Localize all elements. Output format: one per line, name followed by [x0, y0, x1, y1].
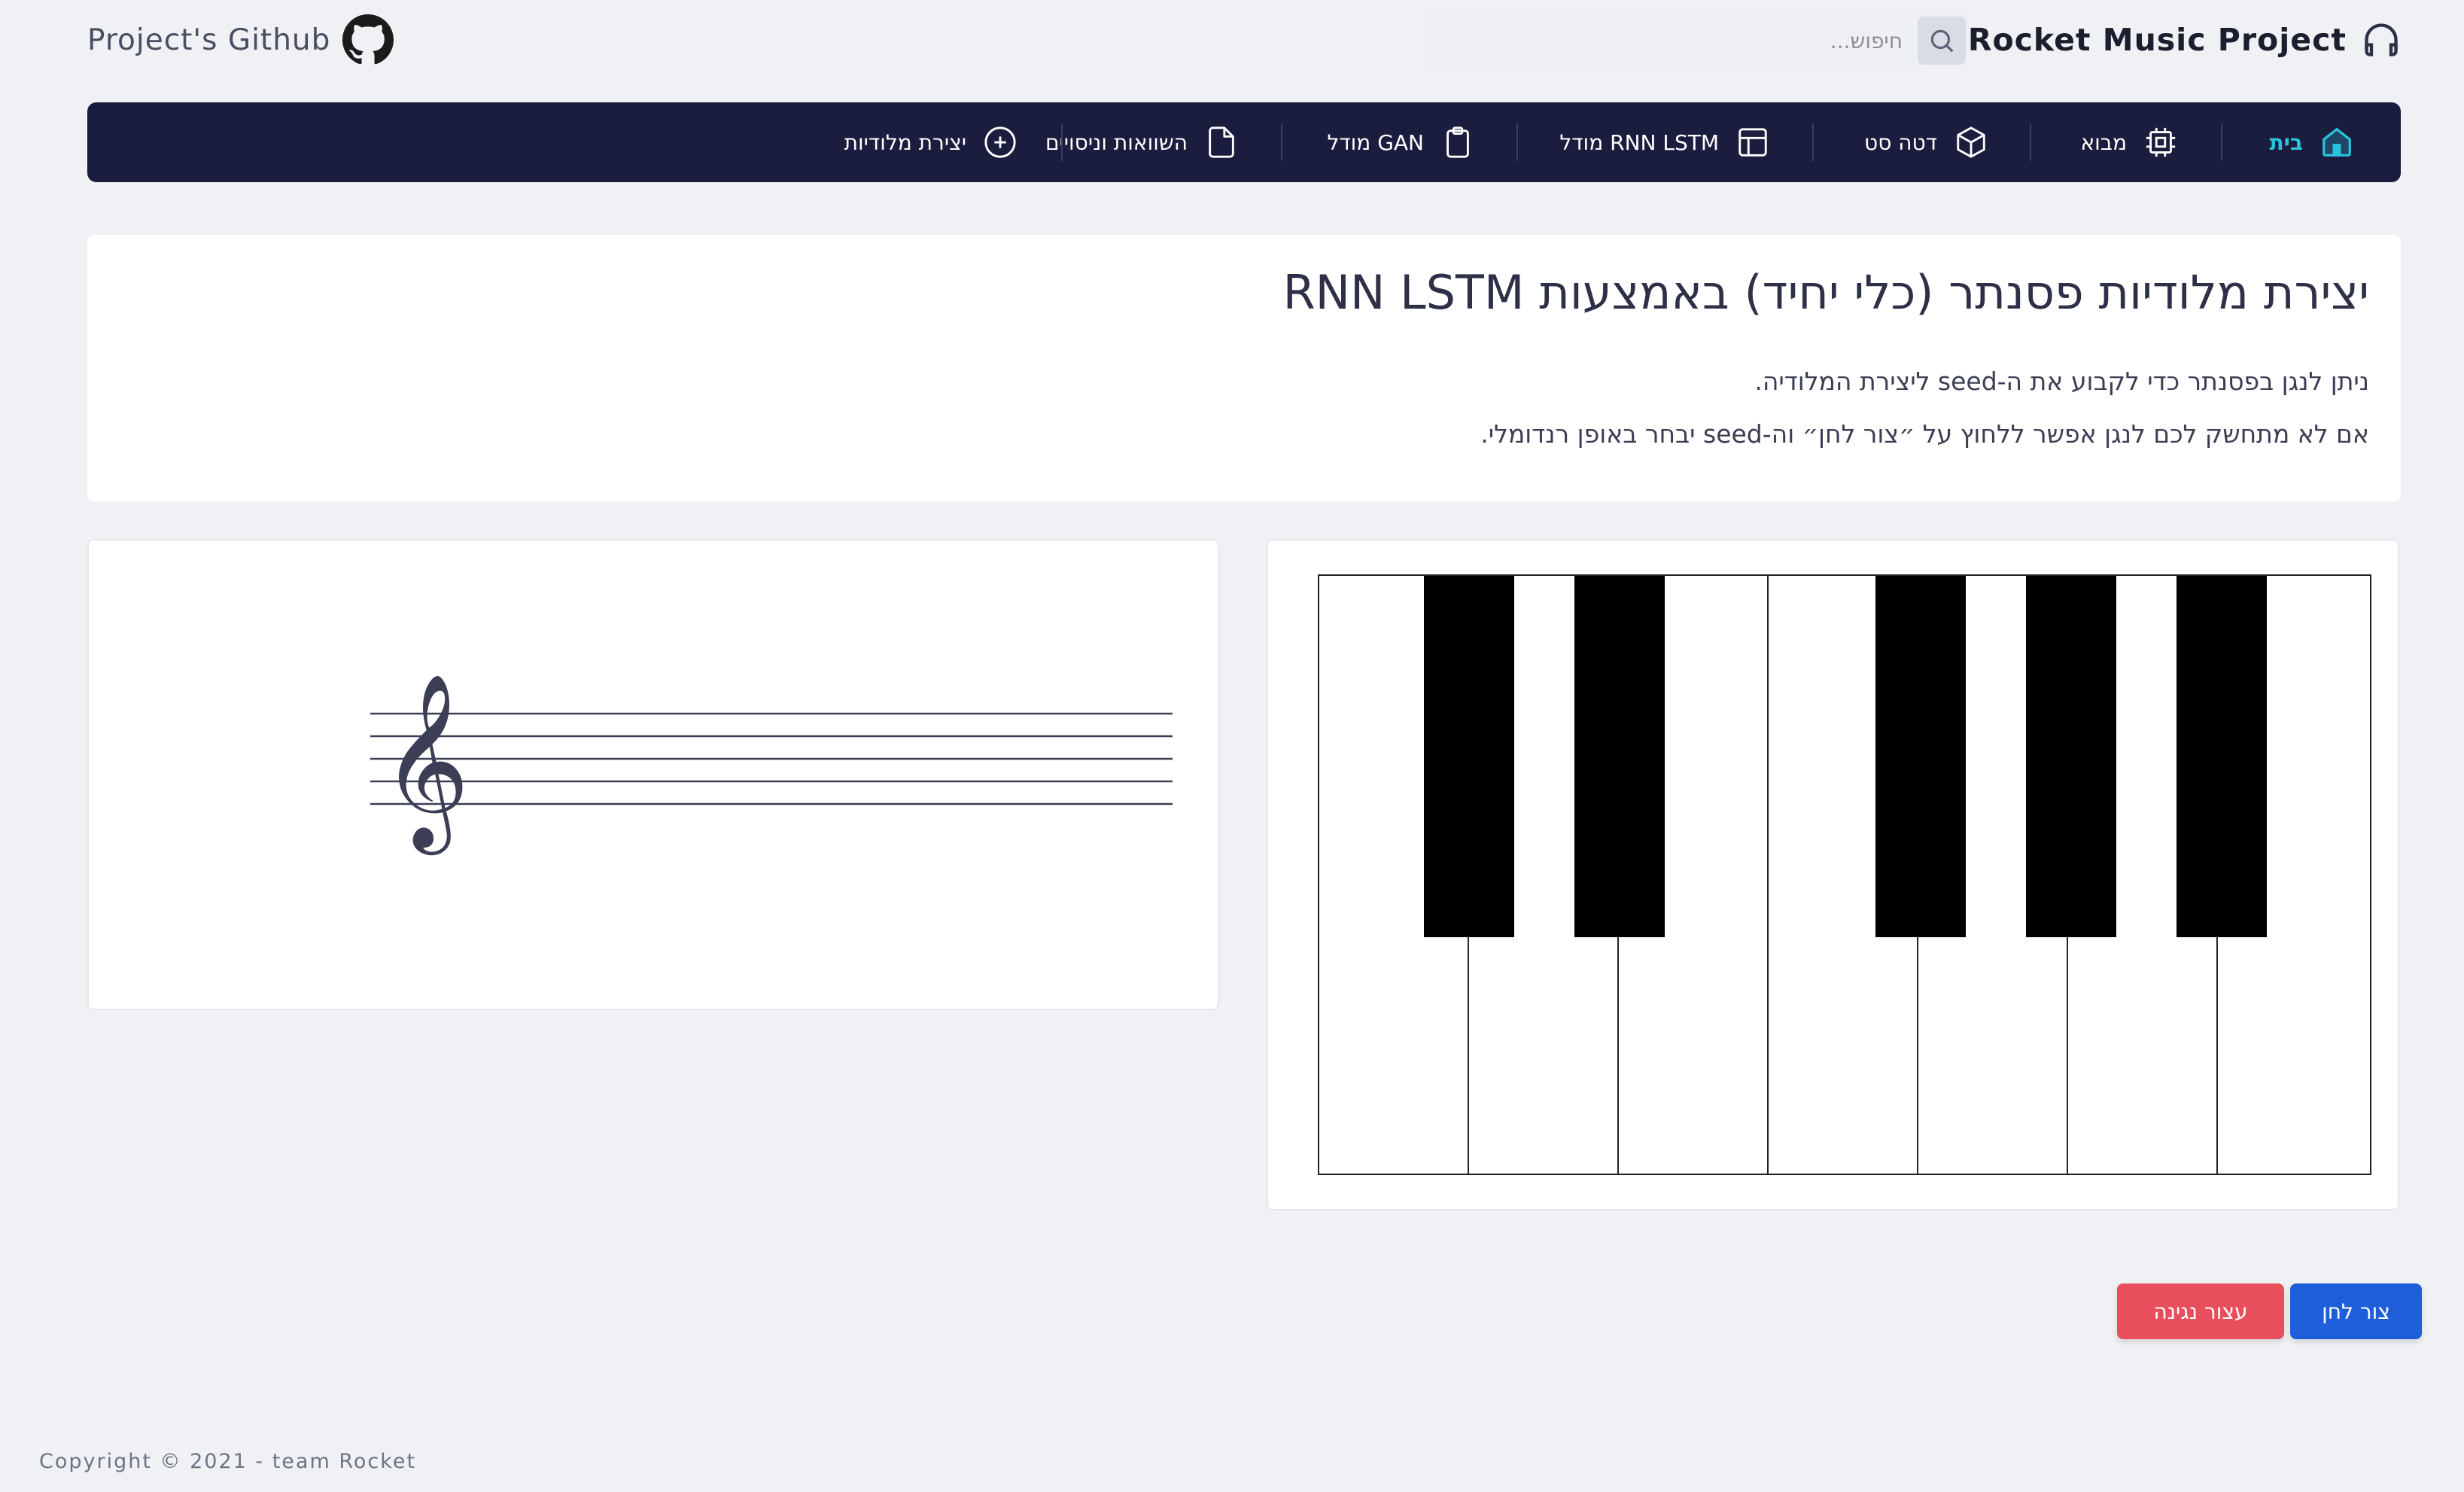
github-link[interactable]: Project's Github [87, 14, 394, 66]
search-box [1422, 9, 1972, 72]
github-link-label: Project's Github [87, 23, 331, 57]
brand[interactable]: Rocket Music Project [1968, 14, 2401, 66]
piano-black-key[interactable] [1424, 576, 1514, 937]
piano-black-key[interactable] [1574, 576, 1665, 937]
plus-circle-icon [984, 126, 1016, 158]
nav-separator [1061, 123, 1063, 161]
nav-separator [2221, 123, 2222, 161]
intro-card: יצירת מלודיות פסנתר (כלי יחיד) באמצעות R… [87, 235, 2401, 501]
search-input[interactable] [1450, 9, 1904, 72]
piano-card [1267, 539, 2399, 1210]
nav-item-create-melodies-label: יצירת מלודיות [844, 129, 966, 155]
piano-black-key[interactable] [1875, 576, 1966, 937]
nav-item-dataset[interactable]: דטה סט [1864, 102, 1988, 182]
headphones-icon [2365, 23, 2398, 56]
nav-item-home[interactable]: בית [2270, 102, 2354, 182]
nav-item-gan[interactable]: מודל GAN [1327, 102, 1475, 182]
nav-item-rnn-lstm[interactable]: מודל RNN LSTM [1559, 102, 1770, 182]
search-icon [1930, 29, 1954, 53]
piano-black-key[interactable] [2177, 576, 2267, 937]
nav-item-intro-label: מבוא [2080, 129, 2127, 155]
create-melody-button[interactable]: צור לחן [2290, 1283, 2422, 1339]
file-icon [1209, 126, 1234, 158]
nav-item-rnn-lstm-label: מודל RNN LSTM [1559, 129, 1719, 155]
nav-item-home-label: בית [2269, 129, 2303, 155]
intro-text-line-2: אם לא מתחשק לכם לנגן אפשר ללחוץ על ״צור … [1480, 419, 2369, 449]
intro-text-line-1: ניתן לנגן בפסנתר כדי לקבוע את ה-seed ליצ… [1754, 367, 2369, 396]
nav-item-create-melodies[interactable]: יצירת מלודיות [844, 102, 1018, 182]
clipboard-icon [1446, 126, 1469, 158]
sheet-music-card: 𝄞 [87, 539, 1219, 1010]
nav-item-dataset-label: דטה סט [1864, 129, 1937, 155]
treble-clef-icon: 𝄞 [381, 672, 470, 855]
search-button[interactable] [1918, 17, 1966, 65]
nav-item-comparisons[interactable]: השוואות וניסויים [1045, 102, 1239, 182]
cube-icon [1957, 126, 1985, 158]
nav-separator [1516, 123, 1518, 161]
main-navbar: בית מבוא דטה סט מודל RNN LSTM מודל GAN ה… [87, 102, 2401, 182]
stop-playback-button[interactable]: עצור נגינה [2117, 1283, 2284, 1339]
brand-title: Rocket Music Project [1967, 22, 2347, 58]
piano-black-key[interactable] [2026, 576, 2116, 937]
piano-keyboard [1318, 574, 2371, 1175]
nav-separator [1812, 123, 1814, 161]
chip-icon [2146, 127, 2176, 157]
nav-item-comparisons-label: השוואות וניסויים [1045, 129, 1188, 155]
nav-item-gan-label: מודל GAN [1327, 129, 1424, 155]
page-title: יצירת מלודיות פסנתר (כלי יחיד) באמצעות R… [1282, 265, 2369, 320]
nav-separator [1281, 123, 1282, 161]
nav-item-intro[interactable]: מבוא [2080, 102, 2178, 182]
music-staff: 𝄞 [370, 672, 1173, 855]
home-icon [2323, 127, 2351, 157]
github-icon [342, 14, 394, 65]
layout-icon [1738, 128, 1767, 157]
nav-separator [2030, 123, 2031, 161]
footer-copyright: Copyright © 2021 - team Rocket [39, 1450, 417, 1473]
